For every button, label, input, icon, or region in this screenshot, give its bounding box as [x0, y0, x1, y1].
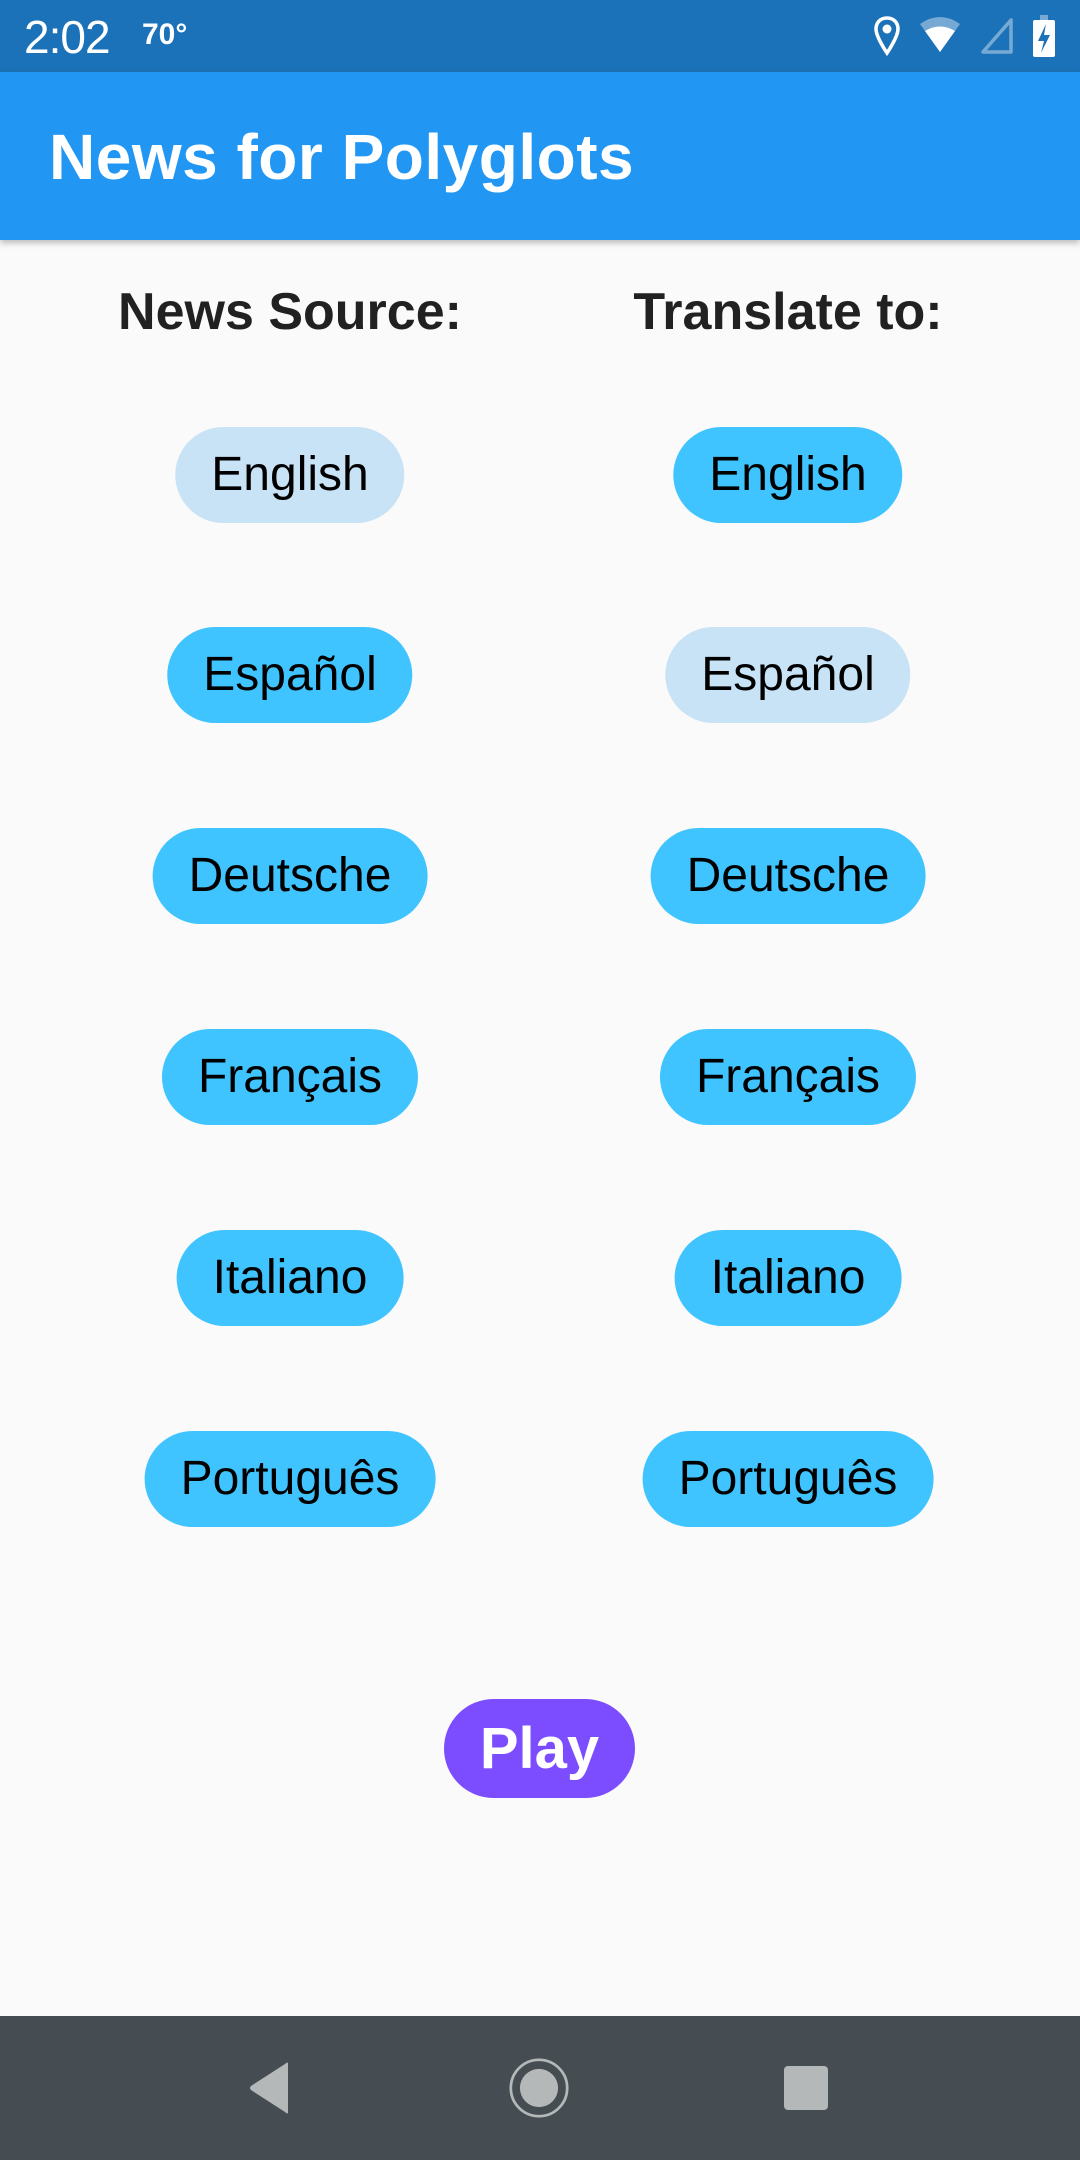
home-button[interactable] — [509, 2058, 569, 2118]
back-icon — [250, 2062, 288, 2114]
source-option-deutsche[interactable]: Deutsche — [152, 828, 428, 924]
play-button[interactable]: Play — [444, 1699, 635, 1798]
app-title: News for Polyglots — [49, 121, 635, 193]
target-option-italiano[interactable]: Italiano — [674, 1230, 902, 1326]
recents-icon — [784, 2066, 828, 2110]
back-button[interactable] — [240, 2058, 300, 2118]
status-icons — [874, 14, 1056, 58]
source-option-italiano[interactable]: Italiano — [176, 1230, 404, 1326]
source-option-portugues[interactable]: Português — [144, 1431, 436, 1527]
target-option-espanol[interactable]: Español — [665, 627, 911, 723]
nav-bar — [0, 2016, 1080, 2160]
status-bar: 2:02 70° — [0, 0, 1080, 72]
source-option-francais[interactable]: Français — [161, 1029, 419, 1125]
translate-to-heading: Translate to: — [633, 283, 943, 341]
source-option-english[interactable]: English — [175, 427, 405, 523]
location-icon — [874, 16, 900, 56]
home-icon — [509, 2058, 569, 2118]
status-time: 2:02 — [24, 11, 111, 63]
app-bar: News for Polyglots — [0, 72, 1080, 240]
cell-signal-icon — [980, 16, 1014, 56]
wifi-icon — [918, 16, 962, 56]
battery-charging-icon — [1032, 14, 1056, 58]
target-option-deutsche[interactable]: Deutsche — [650, 828, 926, 924]
news-source-heading: News Source: — [118, 283, 462, 341]
status-temperature: 70° — [142, 18, 188, 51]
recents-button[interactable] — [776, 2058, 836, 2118]
target-option-portugues[interactable]: Português — [642, 1431, 934, 1527]
target-option-francais[interactable]: Français — [659, 1029, 917, 1125]
target-option-english[interactable]: English — [673, 427, 903, 523]
source-option-espanol[interactable]: Español — [167, 627, 413, 723]
